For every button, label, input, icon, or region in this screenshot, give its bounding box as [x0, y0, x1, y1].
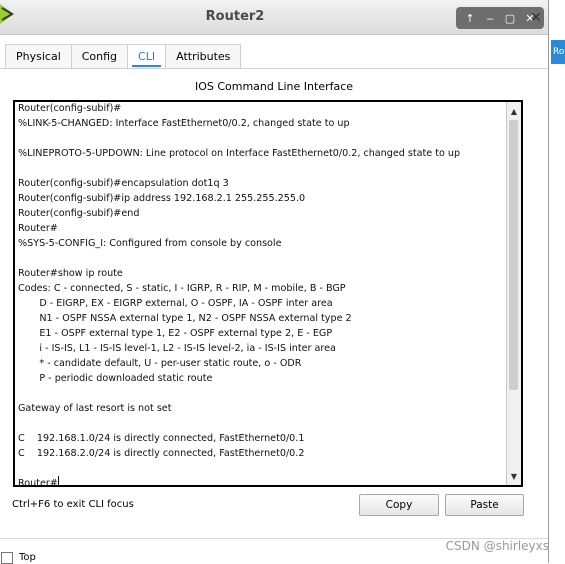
text-cursor — [57, 476, 59, 485]
tab-bar: Physical Config CLI Attributes — [5, 44, 242, 69]
scroll-thumb[interactable] — [509, 120, 518, 390]
background-window-tab[interactable]: Ro — [551, 40, 565, 64]
minimize-icon[interactable]: ‒ — [483, 11, 497, 25]
pin-top-icon[interactable]: ↑ — [463, 11, 477, 25]
cli-history: Router(config-subif)# %LINK-5-CHANGED: I… — [18, 103, 461, 459]
top-checkbox[interactable] — [1, 552, 13, 564]
copy-button[interactable]: Copy — [359, 494, 439, 516]
window-border — [548, 0, 549, 563]
tab-physical[interactable]: Physical — [5, 44, 72, 69]
paste-button[interactable]: Paste — [445, 494, 524, 516]
cli-prompt: Router# — [18, 478, 58, 487]
cli-output[interactable]: Router(config-subif)# %LINK-5-CHANGED: I… — [18, 102, 503, 487]
tab-cli[interactable]: CLI — [127, 44, 167, 69]
watermark: CSDN @shirleyxs — [445, 539, 549, 553]
scroll-down-icon[interactable]: ▼ — [507, 469, 521, 483]
tab-config[interactable]: Config — [70, 44, 129, 69]
cli-terminal[interactable]: Router(config-subif)# %LINK-5-CHANGED: I… — [13, 100, 523, 487]
maximize-icon[interactable]: ▢ — [503, 11, 517, 25]
scroll-up-icon[interactable]: ▲ — [507, 104, 521, 118]
close-icon[interactable]: ✕ — [526, 8, 546, 28]
tab-attributes[interactable]: Attributes — [165, 44, 242, 69]
top-checkbox-label: Top — [19, 552, 36, 563]
window-titlebar[interactable]: Router2 ↑ ‒ ▢ ✕ ✕ — [0, 0, 548, 35]
cli-focus-hint: Ctrl+F6 to exit CLI focus — [12, 499, 134, 510]
vertical-scrollbar[interactable]: ▲ ▼ — [506, 102, 521, 485]
window-title: Router2 — [205, 9, 265, 24]
tab-divider — [0, 68, 548, 69]
cli-heading: IOS Command Line Interface — [194, 80, 354, 93]
